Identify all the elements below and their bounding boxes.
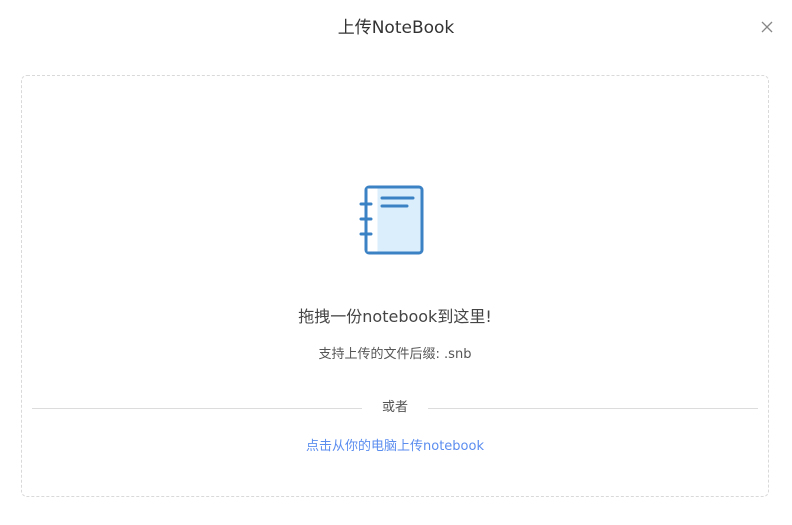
file-dropzone[interactable]: 拖拽一份notebook到这里! 支持上传的文件后缀: .snb 或者 点击从你… <box>21 75 769 497</box>
supported-extension-hint: 支持上传的文件后缀: .snb <box>318 347 472 362</box>
or-divider: 或者 <box>32 398 758 418</box>
dialog-title: 上传NoteBook <box>337 18 455 38</box>
close-button[interactable] <box>757 17 777 37</box>
divider-line-right <box>428 408 758 409</box>
drop-instruction: 拖拽一份notebook到这里! <box>298 307 492 326</box>
upload-notebook-dialog: 上传NoteBook 拖拽一份notebook到这里! 支持上传的文件后缀: .… <box>0 0 792 525</box>
close-icon <box>761 21 773 33</box>
notebook-icon <box>359 185 424 255</box>
upload-from-computer-link[interactable]: 点击从你的电脑上传notebook <box>22 437 768 457</box>
